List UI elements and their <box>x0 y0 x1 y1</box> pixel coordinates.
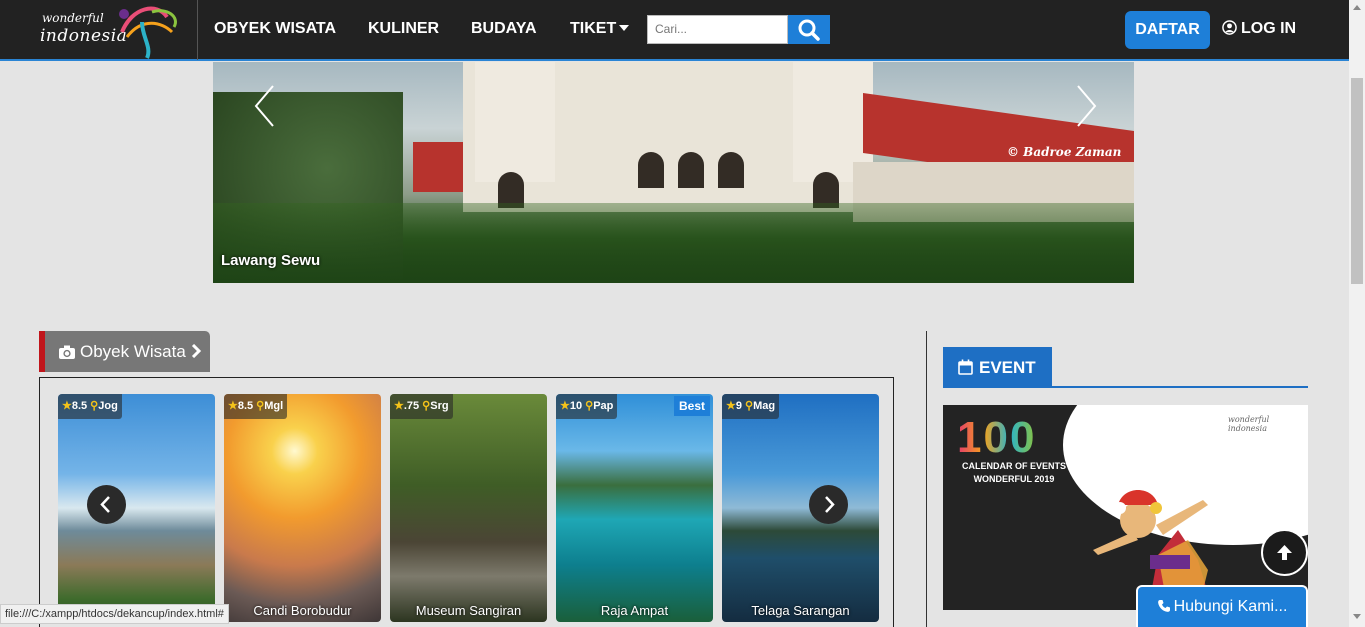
star-icon: ★ <box>228 400 238 412</box>
card-rating: .75 <box>403 400 420 412</box>
scroll-down-arrow-icon[interactable] <box>1353 614 1361 619</box>
daftar-button[interactable]: DAFTAR <box>1125 11 1210 49</box>
login-link[interactable]: LOG IN <box>1222 20 1296 38</box>
best-badge: Best <box>673 396 710 416</box>
banner-brand-line2: indonesia <box>1228 424 1267 433</box>
camera-icon <box>59 345 75 359</box>
map-pin-icon: ⚲ <box>585 400 594 412</box>
garuda-swirl-icon <box>119 6 177 59</box>
card-region: Pap <box>593 400 614 412</box>
hero-window <box>638 152 664 188</box>
logo-text-line1: wonderful <box>42 11 104 25</box>
card-rating-badge: ★10 ⚲Pap <box>556 394 618 419</box>
hero-caption: Lawang Sewu <box>221 252 321 269</box>
search-input[interactable]: Cari... <box>647 15 788 44</box>
event-title: EVENT <box>979 358 1036 377</box>
nav-budaya[interactable]: BUDAYA <box>471 20 537 38</box>
hero-slider: © Badroe Zaman Lawang Sewu <box>213 62 1134 283</box>
card-region: Srg <box>430 400 449 412</box>
card-rating: 8.5 <box>237 400 254 412</box>
card-region: Mag <box>753 400 776 412</box>
card-sangiran[interactable]: ★.75 ⚲Srg Museum Sangiran <box>390 394 547 622</box>
banner-100-number: 100 <box>957 413 1037 462</box>
card-name: Museum Sangiran <box>415 603 522 618</box>
nav-obyek-wisata[interactable]: OBYEK WISATA <box>214 20 336 38</box>
scroll-up-arrow-icon[interactable] <box>1353 5 1361 10</box>
search-button[interactable] <box>788 15 830 44</box>
card-name: Candi Borobudur <box>253 603 352 618</box>
card-raja-ampat[interactable]: ★10 ⚲Pap Best Raja Ampat <box>556 394 713 622</box>
star-icon: ★ <box>62 400 72 412</box>
scroll-to-top-button[interactable] <box>1261 529 1308 576</box>
obyek-wisata-section-header[interactable]: Obyek Wisata <box>39 331 210 372</box>
hero-prev-arrow-icon[interactable] <box>253 84 277 128</box>
search-icon <box>798 19 820 41</box>
hero-window <box>678 152 704 188</box>
chevron-right-icon <box>825 496 835 513</box>
wisata-carousel: ★8.5 ⚲Jog ★8.5 ⚲Mgl Candi Borobudur ★.75 ⚲S… <box>39 377 894 627</box>
arrow-up-icon <box>1277 545 1292 560</box>
event-header-underline <box>943 386 1308 388</box>
card-rating-badge: ★9 ⚲Mag <box>722 394 780 419</box>
carousel-next-button[interactable] <box>809 485 848 524</box>
star-icon: ★ <box>560 400 570 412</box>
hero-photo-credit: © Badroe Zaman <box>1007 145 1122 159</box>
chevron-left-icon <box>100 496 110 513</box>
user-circle-icon <box>1222 20 1237 35</box>
chevron-right-icon <box>191 343 201 359</box>
event-banner[interactable]: 100 CALENDAR OF EVENTS WONDERFUL 2019 wo… <box>943 405 1308 610</box>
card-region: Jog <box>98 400 118 412</box>
nav-tiket-label: TIKET <box>570 20 617 37</box>
nav-tiket-dropdown[interactable]: TIKET <box>570 20 630 38</box>
section-title: Obyek Wisata <box>80 342 186 361</box>
search-placeholder: Cari... <box>655 22 688 36</box>
banner-brand-logo: wonderful indonesia <box>1228 415 1269 433</box>
contact-button[interactable]: Hubungi Kami... <box>1136 585 1308 627</box>
card-name: Raja Ampat <box>600 603 669 618</box>
map-pin-icon: ⚲ <box>745 400 754 412</box>
card-jog[interactable]: ★8.5 ⚲Jog <box>58 394 215 622</box>
card-borobudur[interactable]: ★8.5 ⚲Mgl Candi Borobudur <box>224 394 381 622</box>
hero-foliage <box>213 203 1134 283</box>
phone-icon <box>1157 600 1170 612</box>
section-title-wrap: Obyek Wisata <box>58 342 206 362</box>
card-rating: 10 <box>569 400 583 412</box>
contact-label: Hubungi Kami... <box>1173 598 1288 615</box>
page-scrollbar[interactable] <box>1349 0 1365 627</box>
wonderful-indonesia-logo[interactable]: wonderful indonesia <box>34 2 184 59</box>
nav-divider <box>197 0 198 60</box>
card-name: Telaga Sarangan <box>751 603 850 618</box>
caret-down-icon <box>619 25 630 31</box>
banner-brand-line1: wonderful <box>1228 415 1270 424</box>
star-icon: ★ <box>726 400 736 412</box>
card-region: Mgl <box>264 400 284 412</box>
card-rating-badge: ★.75 ⚲Srg <box>390 394 453 419</box>
card-rating-badge: ★8.5 ⚲Mgl <box>224 394 288 419</box>
column-divider <box>926 331 927 627</box>
scrollbar-thumb[interactable] <box>1351 78 1363 284</box>
hero-tower-left <box>475 62 555 182</box>
card-sarangan[interactable]: ★9 ⚲Mag Telaga Sarangan <box>722 394 879 622</box>
top-navbar: wonderful indonesia OBYEK WISATA KULINER… <box>0 0 1349 61</box>
hero-window <box>718 152 744 188</box>
nav-kuliner[interactable]: KULINER <box>368 20 439 38</box>
hero-next-arrow-icon[interactable] <box>1074 84 1098 128</box>
card-rating-badge: ★8.5 ⚲Jog <box>58 394 122 419</box>
event-section-header[interactable]: EVENT <box>943 347 1052 387</box>
star-icon: ★ <box>394 400 404 412</box>
event-title-wrap: EVENT <box>958 358 1036 378</box>
card-rating: 9 <box>735 400 742 412</box>
calendar-icon <box>958 359 973 375</box>
browser-status-url: file:///C:/xampp/htdocs/dekancup/index.h… <box>0 604 229 624</box>
login-label: LOG IN <box>1241 20 1297 37</box>
carousel-prev-button[interactable] <box>87 485 126 524</box>
card-rating: 8.5 <box>71 400 88 412</box>
